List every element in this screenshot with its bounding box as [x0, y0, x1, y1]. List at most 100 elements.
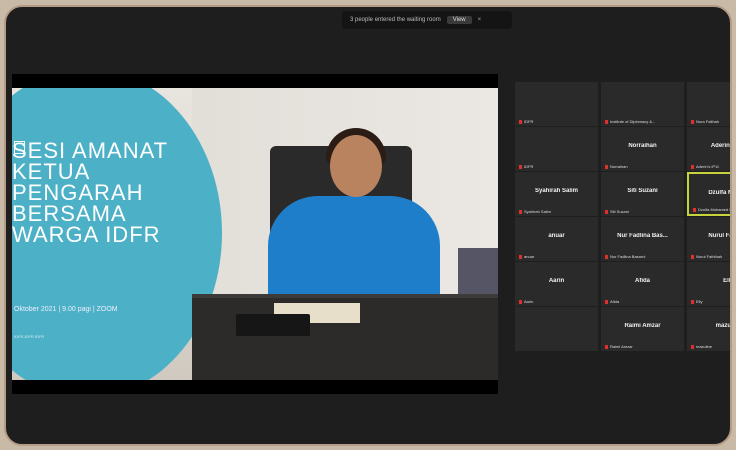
screen-share-area: SESI AMANAT KETUA PENGARAH BERSAMA WARGA… — [12, 74, 498, 394]
muted-mic-icon — [519, 299, 522, 304]
muted-mic-icon — [605, 254, 608, 259]
muted-mic-icon — [691, 119, 694, 124]
zoom-window: 3 people entered the waiting room View ×… — [4, 5, 732, 446]
participant-display-name: Afida — [635, 278, 650, 284]
participant-name: mazuline — [696, 344, 713, 349]
muted-mic-icon — [519, 209, 522, 214]
participant-tile[interactable]: Institute of Diplomacy &... — [601, 82, 684, 126]
participant-name-label: IDFR — [519, 119, 533, 124]
participant-tile[interactable]: Nur Fadlina Bas... Nur Fadlina Basarni — [601, 217, 684, 261]
muted-mic-icon — [605, 209, 608, 214]
participant-display-name: Nurul Fathih... — [708, 233, 732, 239]
participant-tile[interactable]: Norraihan Norraihan — [601, 127, 684, 171]
participant-display-name: Aarin — [548, 278, 565, 284]
participant-tile[interactable]: mazuline mazuline — [687, 307, 731, 351]
slide-title: SESI AMANAT KETUA PENGARAH BERSAMA WARGA… — [12, 138, 169, 247]
close-notice-icon[interactable]: × — [478, 17, 482, 23]
muted-mic-icon — [519, 119, 522, 124]
participant-name-label: Norraihan — [605, 164, 628, 169]
speaker-head — [330, 135, 382, 197]
participant-tile[interactable]: Nora Fatihah — [687, 82, 730, 126]
slide-line: SESI AMANAT — [12, 138, 169, 163]
participant-name-label: Nora Fatihah — [691, 119, 719, 124]
participant-tile[interactable]: Aderin's iP... Aderin's iP11 — [687, 127, 732, 171]
muted-mic-icon — [691, 299, 694, 304]
muted-mic-icon — [605, 299, 608, 304]
participant-name: Afida — [610, 299, 620, 304]
slide-line: WARGA IDFR — [12, 222, 161, 247]
participant-tile[interactable]: Elly Elly — [687, 262, 731, 306]
participant-display-name: Norraihan — [628, 143, 657, 149]
participant-name-label: mazuline — [691, 344, 712, 349]
participant-name: Aarin — [524, 299, 534, 304]
slide-footnote: IDFR IDFR IDFR — [14, 334, 45, 339]
slide-line: BERSAMA — [12, 201, 127, 226]
participant-name: anuar — [524, 254, 535, 259]
participant-name: Institute of Diplomacy &... — [610, 119, 656, 124]
participant-tile[interactable]: anuar anuar — [515, 217, 598, 261]
participant-name: Aderin's iP11 — [696, 164, 720, 169]
participant-name-label: Syahirah Salim — [519, 209, 551, 214]
notebook-on-desk — [236, 314, 310, 336]
participant-name: Dzulfa Mohamed R... — [698, 207, 732, 212]
participant-display-name: Aderin's iP... — [710, 143, 732, 149]
muted-mic-icon — [691, 164, 694, 169]
participant-display-name: Siti Suzani — [627, 188, 658, 194]
participant-name-label: Siti Suzani — [605, 209, 629, 214]
participant-name: IDFR — [524, 164, 534, 169]
participant-name-label: Nur Fadlina Basarni — [605, 254, 645, 259]
participant-display-name: mazuline — [715, 323, 731, 329]
participant-tile[interactable]: Dzulfa Muha... Dzulfa Mohamed R... — [687, 172, 732, 216]
participant-name: IDFR — [524, 119, 534, 124]
participant-tile[interactable]: Siti Suzani Siti Suzani — [601, 172, 684, 216]
participant-tile[interactable]: Afida Afida — [601, 262, 684, 306]
participant-name-label: Afida — [605, 299, 619, 304]
participant-name: Raimi Amzar — [610, 344, 633, 349]
participant-name-label: Raimi Amzar — [605, 344, 633, 349]
participant-tile[interactable] — [515, 307, 598, 351]
background-monitor — [458, 248, 498, 300]
muted-mic-icon — [691, 344, 694, 349]
participant-name-label: Aderin's iP11 — [691, 164, 719, 169]
participant-tile[interactable]: IDFR — [515, 127, 598, 171]
participant-name-label: Institute of Diplomacy &... — [605, 119, 655, 124]
muted-mic-icon — [519, 164, 522, 169]
participant-gallery: IDFR Institute of Diplomacy &... Nora Fati… — [515, 82, 732, 390]
notice-text: 3 people entered the waiting room — [350, 17, 441, 23]
waiting-room-notice: 3 people entered the waiting room View × — [342, 11, 512, 29]
participant-tile[interactable]: Syahirah Salim Syahirah Salim — [515, 172, 598, 216]
participant-name: Nurul Fathihah — [696, 254, 723, 259]
participant-name: Elly — [696, 299, 703, 304]
participant-name-label: anuar — [519, 254, 534, 259]
muted-mic-icon — [693, 207, 696, 212]
muted-mic-icon — [519, 254, 522, 259]
participant-tile[interactable]: Aarin Aarin — [515, 262, 598, 306]
participant-display-name: Raimi Amzar — [624, 323, 661, 329]
participant-name-label: Elly — [691, 299, 702, 304]
participant-display-name: anuar — [548, 233, 565, 239]
participant-name: Siti Suzani — [610, 209, 629, 214]
participant-tile[interactable]: Nurul Fathih... Nurul Fathihah — [687, 217, 732, 261]
participant-name: Nur Fadlina Basarni — [610, 254, 646, 259]
participant-display-name: Syahirah Salim — [534, 188, 579, 194]
muted-mic-icon — [605, 119, 608, 124]
participant-name-label: Aarin — [519, 299, 533, 304]
muted-mic-icon — [605, 344, 608, 349]
participant-display-name: Nur Fadlina Bas... — [617, 233, 668, 239]
slide-date: Oktober 2021 | 9.00 pagi | ZOOM — [14, 306, 118, 313]
participant-display-name: Dzulfa Muha... — [708, 190, 730, 196]
view-button[interactable]: View — [446, 16, 472, 24]
muted-mic-icon — [691, 254, 694, 259]
participant-name-label: Nurul Fathihah — [691, 254, 722, 259]
slide-line: PENGARAH — [12, 180, 144, 205]
muted-mic-icon — [605, 164, 608, 169]
participant-tile[interactable]: IDFR — [515, 82, 598, 126]
participant-display-name: Elly — [723, 278, 731, 284]
participant-name: Nora Fatihah — [696, 119, 720, 124]
participant-name: Syahirah Salim — [524, 209, 551, 214]
participant-tile[interactable]: Raimi Amzar Raimi Amzar — [601, 307, 684, 351]
participant-name: Norraihan — [610, 164, 628, 169]
participant-name-label: Dzulfa Mohamed R... — [693, 207, 732, 212]
speaker-video: SESI AMANAT KETUA PENGARAH BERSAMA WARGA… — [12, 88, 498, 380]
participant-name-label: IDFR — [519, 164, 533, 169]
